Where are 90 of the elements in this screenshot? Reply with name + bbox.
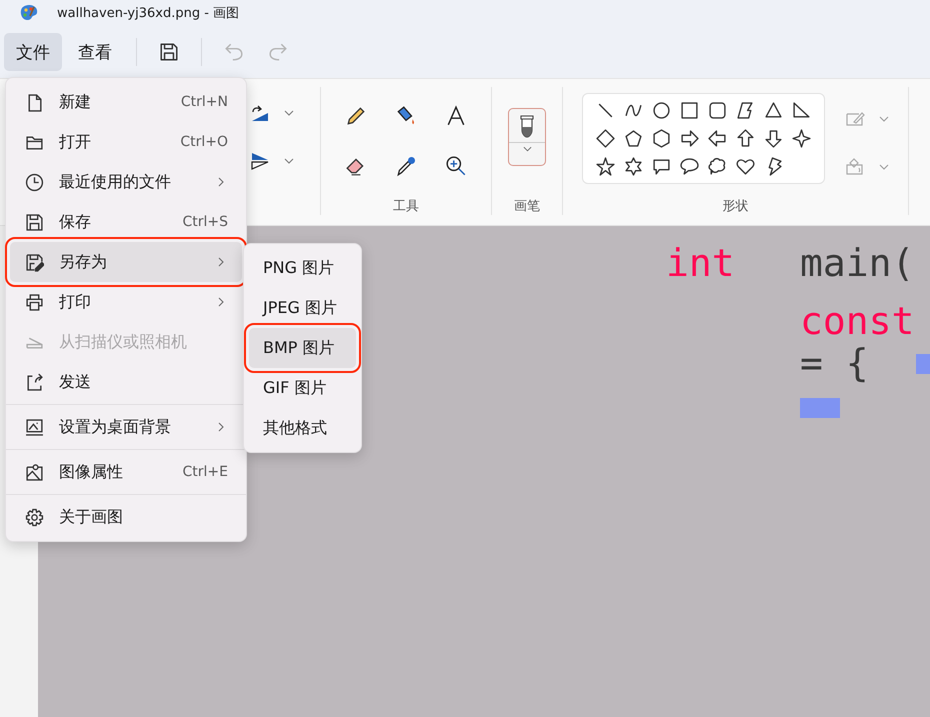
menu-label: 图像属性 — [59, 462, 123, 482]
speech-bubble-icon[interactable] — [652, 157, 671, 176]
line-icon[interactable] — [596, 101, 615, 120]
shortcut-text: Ctrl+O — [180, 134, 228, 150]
rounded-rectangle-icon[interactable] — [708, 101, 727, 120]
brush-button[interactable] — [508, 108, 546, 166]
up-arrow-icon[interactable] — [736, 129, 755, 148]
menu-label: 发送 — [59, 372, 91, 392]
rectangle-icon[interactable] — [680, 101, 699, 120]
color-picker-icon[interactable] — [395, 155, 417, 177]
chevron-down-icon[interactable] — [284, 110, 294, 116]
chevron-right-icon — [218, 422, 224, 432]
menu-item[interactable]: 打开 Ctrl+O — [10, 122, 242, 162]
submenu-item[interactable]: GIF 图片 — [249, 368, 356, 408]
submenu-item[interactable]: PNG 图片 — [249, 248, 356, 288]
code-text: = { — [800, 344, 869, 382]
menu-label: 另存为 — [59, 252, 107, 272]
code-text: int — [666, 244, 735, 282]
text-icon[interactable] — [445, 105, 467, 127]
magnifier-icon[interactable] — [445, 155, 467, 177]
submenu-item[interactable]: JPEG 图片 — [249, 288, 356, 328]
gear-icon — [25, 508, 44, 526]
menu-item[interactable]: 新建 Ctrl+N — [10, 82, 242, 122]
group-label: 画笔 — [514, 198, 540, 215]
pentagon-icon[interactable] — [624, 129, 643, 148]
menu-label: 设置为桌面背景 — [59, 416, 171, 438]
menu-item[interactable]: 保存 Ctrl+S — [10, 202, 242, 242]
polygon-icon[interactable] — [736, 101, 755, 120]
menu-item[interactable]: 打印 — [10, 282, 242, 322]
code-text: main( — [800, 244, 914, 282]
diamond-icon[interactable] — [596, 129, 615, 148]
code-fragment-mark — [916, 354, 930, 374]
chevron-right-icon — [218, 297, 224, 307]
group-label: 形状 — [722, 198, 748, 215]
desktop-image-icon — [25, 418, 44, 436]
chevron-down-icon — [522, 146, 532, 152]
speech-bubble-icon[interactable] — [680, 157, 699, 176]
oval-icon[interactable] — [652, 101, 671, 120]
menu-label: 最近使用的文件 — [59, 172, 171, 192]
palette-icon — [19, 3, 39, 23]
group-label: 工具 — [393, 198, 419, 215]
menu-label: 打开 — [59, 132, 91, 152]
submenu-item[interactable]: BMP 图片 — [249, 328, 356, 368]
menu-item[interactable]: 图像属性 Ctrl+E — [10, 452, 242, 492]
right-arrow-icon[interactable] — [680, 129, 699, 148]
chevron-down-icon[interactable] — [879, 164, 889, 170]
menu-item[interactable]: 设置为桌面背景 — [10, 407, 242, 447]
chevron-down-icon[interactable] — [879, 116, 889, 122]
left-arrow-icon[interactable] — [708, 129, 727, 148]
shortcut-text: Ctrl+N — [180, 94, 228, 110]
menu-item[interactable]: 关于画图 — [10, 497, 242, 537]
code-fragment-mark — [800, 398, 840, 418]
menu-item[interactable]: 最近使用的文件 — [10, 162, 242, 202]
submenu-item[interactable]: 其他格式 — [249, 408, 356, 448]
four-point-star-icon[interactable] — [792, 129, 811, 148]
clock-icon — [25, 172, 44, 192]
star-icon[interactable] — [596, 157, 615, 176]
printer-icon — [25, 292, 44, 312]
shortcut-text: Ctrl+E — [182, 464, 228, 480]
menu-item[interactable]: 另存为 — [10, 242, 242, 282]
save-as-icon — [25, 252, 44, 272]
window-title: wallhaven-yj36xd.png - 画图 — [57, 5, 240, 22]
down-arrow-icon[interactable] — [764, 129, 783, 148]
triangle-icon[interactable] — [764, 101, 783, 120]
menu-label: 从扫描仪或照相机 — [59, 332, 187, 352]
flip-icon[interactable] — [250, 151, 270, 171]
image-properties-icon — [25, 462, 44, 482]
thought-bubble-icon[interactable] — [708, 157, 727, 176]
menu-tab[interactable]: 查看 — [66, 33, 124, 71]
share-icon — [25, 372, 44, 392]
pencil-icon[interactable] — [345, 105, 367, 127]
right-triangle-icon[interactable] — [792, 101, 811, 120]
menu-label: 新建 — [59, 92, 91, 112]
chevron-right-icon — [218, 177, 224, 187]
rotate-icon[interactable] — [250, 103, 270, 123]
save-icon[interactable] — [159, 42, 179, 62]
chevron-down-icon[interactable] — [284, 158, 294, 164]
code-text: const — [800, 302, 914, 340]
heart-icon[interactable] — [736, 157, 755, 176]
chevron-right-icon — [218, 257, 224, 267]
menu-label: 保存 — [59, 212, 91, 232]
menu-item[interactable]: 发送 — [10, 362, 242, 402]
hexagon-icon[interactable] — [652, 129, 671, 148]
save-icon — [25, 212, 44, 232]
six-point-star-icon[interactable] — [624, 157, 643, 176]
menu-label: 关于画图 — [59, 506, 123, 528]
shortcut-text: Ctrl+S — [182, 214, 228, 230]
menu-tab[interactable]: 文件 — [4, 33, 62, 71]
menu-label: 打印 — [59, 292, 91, 312]
fill-bucket-icon[interactable] — [395, 105, 417, 127]
